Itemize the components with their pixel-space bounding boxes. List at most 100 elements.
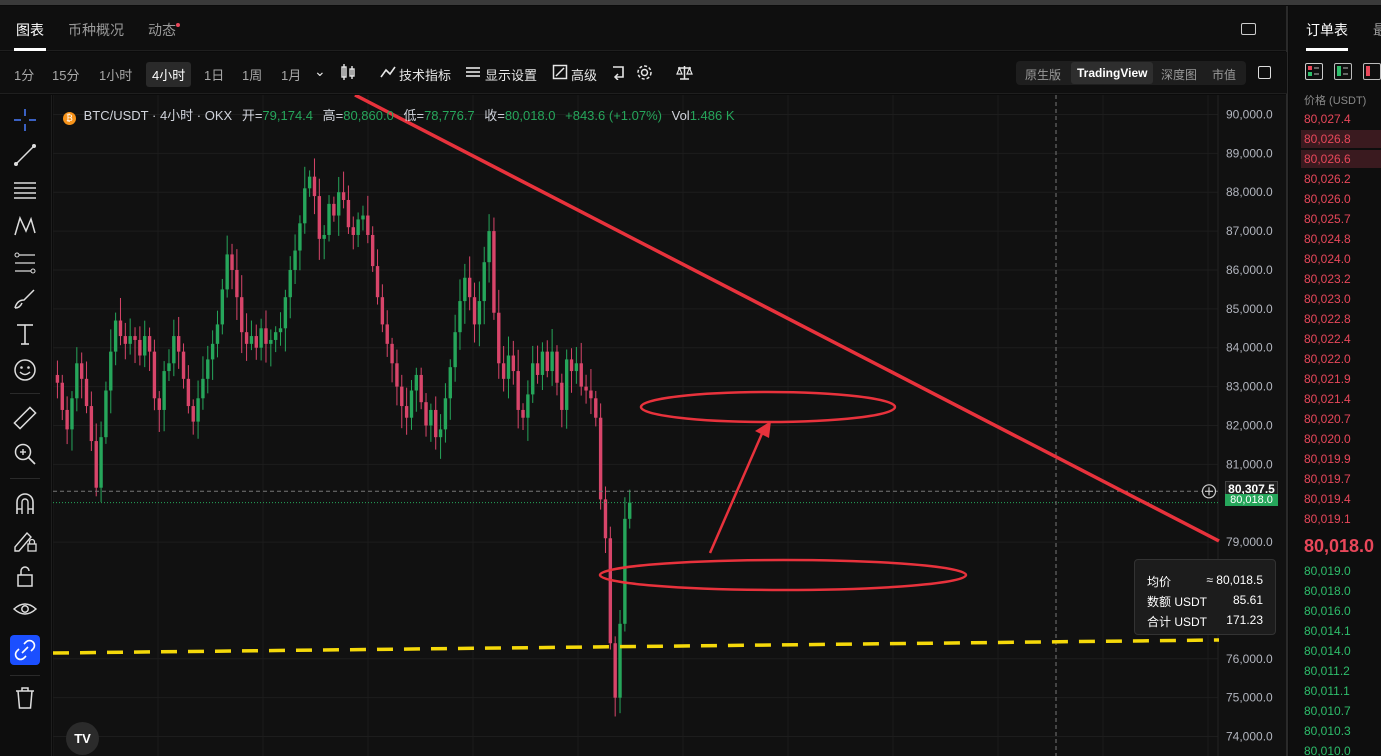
advanced-button[interactable]: 高级 bbox=[571, 65, 597, 84]
interval-1mo[interactable]: 1月 bbox=[281, 65, 301, 84]
candle-body bbox=[535, 363, 540, 375]
candle-body bbox=[70, 398, 74, 430]
change-value: +843.6 (+1.07%) bbox=[565, 108, 662, 123]
ask-price-row[interactable]: 80,020.0 bbox=[1304, 432, 1351, 446]
magnet-icon[interactable] bbox=[12, 491, 38, 517]
ask-price-row[interactable]: 80,022.0 bbox=[1304, 352, 1351, 366]
y-axis-tick-label: 85,000.0 bbox=[1226, 302, 1273, 316]
text-tool-icon[interactable] bbox=[12, 321, 38, 347]
bid-price-row[interactable]: 80,010.0 bbox=[1304, 744, 1351, 756]
window-toggle-icon[interactable] bbox=[1241, 23, 1256, 35]
candle-type-icon[interactable] bbox=[340, 64, 356, 83]
lock-icon[interactable] bbox=[12, 563, 38, 589]
indicators-icon[interactable] bbox=[380, 64, 396, 83]
undo-icon[interactable] bbox=[610, 64, 626, 83]
ask-price-row[interactable]: 80,026.0 bbox=[1304, 192, 1351, 206]
interval-4h[interactable]: 4小时 bbox=[146, 62, 192, 87]
ask-price-row[interactable]: 80,019.7 bbox=[1304, 472, 1351, 486]
candle-body bbox=[346, 199, 351, 228]
ask-price-row[interactable]: 80,023.0 bbox=[1304, 292, 1351, 306]
crosshair-icon[interactable] bbox=[12, 107, 38, 133]
tab-chart[interactable]: 图表 bbox=[16, 20, 44, 40]
ask-price-row[interactable]: 80,023.2 bbox=[1304, 272, 1351, 286]
bid-price-row[interactable]: 80,019.0 bbox=[1304, 564, 1351, 578]
interval-1m[interactable]: 1分 bbox=[14, 65, 34, 84]
bid-price-row[interactable]: 80,014.0 bbox=[1304, 644, 1351, 658]
trend-line-icon[interactable] bbox=[12, 142, 38, 168]
eye-icon[interactable] bbox=[12, 597, 38, 623]
bid-price-row[interactable]: 80,018.0 bbox=[1304, 584, 1351, 598]
interval-1w[interactable]: 1周 bbox=[242, 65, 262, 84]
ask-price-row[interactable]: 80,019.1 bbox=[1304, 512, 1351, 526]
view-native[interactable]: 原生版 bbox=[1025, 66, 1061, 83]
book-both-icon[interactable] bbox=[1305, 63, 1323, 80]
ask-price-row[interactable]: 80,021.9 bbox=[1304, 372, 1351, 386]
book-bids-icon[interactable] bbox=[1334, 63, 1352, 80]
candle-body bbox=[143, 336, 147, 356]
bid-price-row[interactable]: 80,010.7 bbox=[1304, 704, 1351, 718]
price-chart[interactable]: 90,000.0 89,000.0 88,000.0 87,000.0 86,000.0… bbox=[53, 95, 1286, 756]
ask-price-row[interactable]: 80,022.8 bbox=[1304, 312, 1351, 326]
tradingview-logo[interactable]: TV bbox=[66, 722, 99, 755]
fib-icon[interactable] bbox=[12, 250, 38, 276]
balance-scale-icon[interactable] bbox=[676, 64, 693, 84]
ask-price-row[interactable]: 80,026.8 bbox=[1304, 132, 1351, 146]
tab-coin-overview[interactable]: 币种概况 bbox=[68, 20, 124, 40]
display-settings-button[interactable]: 显示设置 bbox=[485, 65, 537, 84]
ask-price-row[interactable]: 80,024.8 bbox=[1304, 232, 1351, 246]
candle-body bbox=[235, 269, 239, 298]
ask-price-row[interactable]: 80,021.4 bbox=[1304, 392, 1351, 406]
ask-price-row[interactable]: 80,026.6 bbox=[1304, 152, 1351, 166]
ask-price-row[interactable]: 80,020.7 bbox=[1304, 412, 1351, 426]
ask-price-row[interactable]: 80,025.7 bbox=[1304, 212, 1351, 226]
display-settings-icon[interactable] bbox=[465, 64, 481, 83]
fullscreen-icon[interactable] bbox=[1258, 66, 1271, 79]
ask-price-row[interactable]: 80,019.9 bbox=[1304, 452, 1351, 466]
ask-price-row[interactable]: 80,024.0 bbox=[1304, 252, 1351, 266]
indicators-button[interactable]: 技术指标 bbox=[399, 65, 451, 84]
candle-body bbox=[560, 382, 564, 410]
chevron-down-icon[interactable]: ⌄ bbox=[314, 63, 326, 80]
ruler-icon[interactable] bbox=[12, 405, 38, 431]
orderbook-tab[interactable]: 订单表 bbox=[1306, 20, 1348, 40]
view-depth[interactable]: 深度图 bbox=[1161, 66, 1197, 83]
feed-notification-dot bbox=[176, 23, 180, 27]
chart-canvas[interactable]: 90,000.0 89,000.0 88,000.0 87,000.0 86,000.0… bbox=[53, 95, 1286, 756]
trash-icon[interactable] bbox=[12, 685, 38, 711]
advanced-icon[interactable] bbox=[552, 64, 568, 83]
candle-body bbox=[550, 351, 554, 372]
interval-1h[interactable]: 1小时 bbox=[99, 65, 132, 84]
emoji-icon[interactable] bbox=[12, 357, 38, 383]
bid-price-row[interactable]: 80,014.1 bbox=[1304, 624, 1351, 638]
pattern-icon[interactable] bbox=[12, 213, 38, 239]
interval-15m[interactable]: 15分 bbox=[52, 65, 79, 84]
bid-price-row[interactable]: 80,011.2 bbox=[1304, 664, 1350, 678]
view-tradingview[interactable]: TradingView bbox=[1071, 62, 1154, 84]
ask-price-row[interactable]: 80,022.4 bbox=[1304, 332, 1351, 346]
bid-price-row[interactable]: 80,016.0 bbox=[1304, 604, 1351, 618]
view-market-cap[interactable]: 市值 bbox=[1212, 66, 1236, 83]
link-icon[interactable] bbox=[10, 635, 40, 665]
candle-body bbox=[60, 382, 64, 410]
ask-price-row[interactable]: 80,026.2 bbox=[1304, 172, 1351, 186]
horizontal-lines-icon[interactable] bbox=[12, 177, 38, 203]
symbol-label[interactable]: BTC/USDT · 4小时 · OKX bbox=[84, 108, 233, 123]
latest-trades-tab[interactable]: 最 bbox=[1373, 20, 1381, 40]
brush-icon[interactable] bbox=[12, 286, 38, 312]
panel-divider[interactable] bbox=[1286, 6, 1288, 756]
gear-icon[interactable] bbox=[636, 64, 653, 84]
candle-body bbox=[206, 359, 210, 379]
candle-body bbox=[327, 203, 331, 235]
zoom-icon[interactable] bbox=[12, 441, 38, 467]
book-asks-icon[interactable] bbox=[1363, 63, 1381, 80]
support-line bbox=[53, 638, 1220, 655]
bid-price-row[interactable]: 80,010.3 bbox=[1304, 724, 1351, 738]
candle-body bbox=[249, 336, 254, 344]
close-value: 80,018.0 bbox=[504, 108, 556, 123]
lock-drawing-icon[interactable] bbox=[12, 527, 38, 553]
ask-price-row[interactable]: 80,019.4 bbox=[1304, 492, 1351, 506]
bid-price-row[interactable]: 80,011.1 bbox=[1304, 684, 1350, 698]
interval-1d[interactable]: 1日 bbox=[204, 65, 224, 84]
tab-feed[interactable]: 动态 bbox=[148, 20, 176, 40]
ask-price-row[interactable]: 80,027.4 bbox=[1304, 112, 1351, 126]
